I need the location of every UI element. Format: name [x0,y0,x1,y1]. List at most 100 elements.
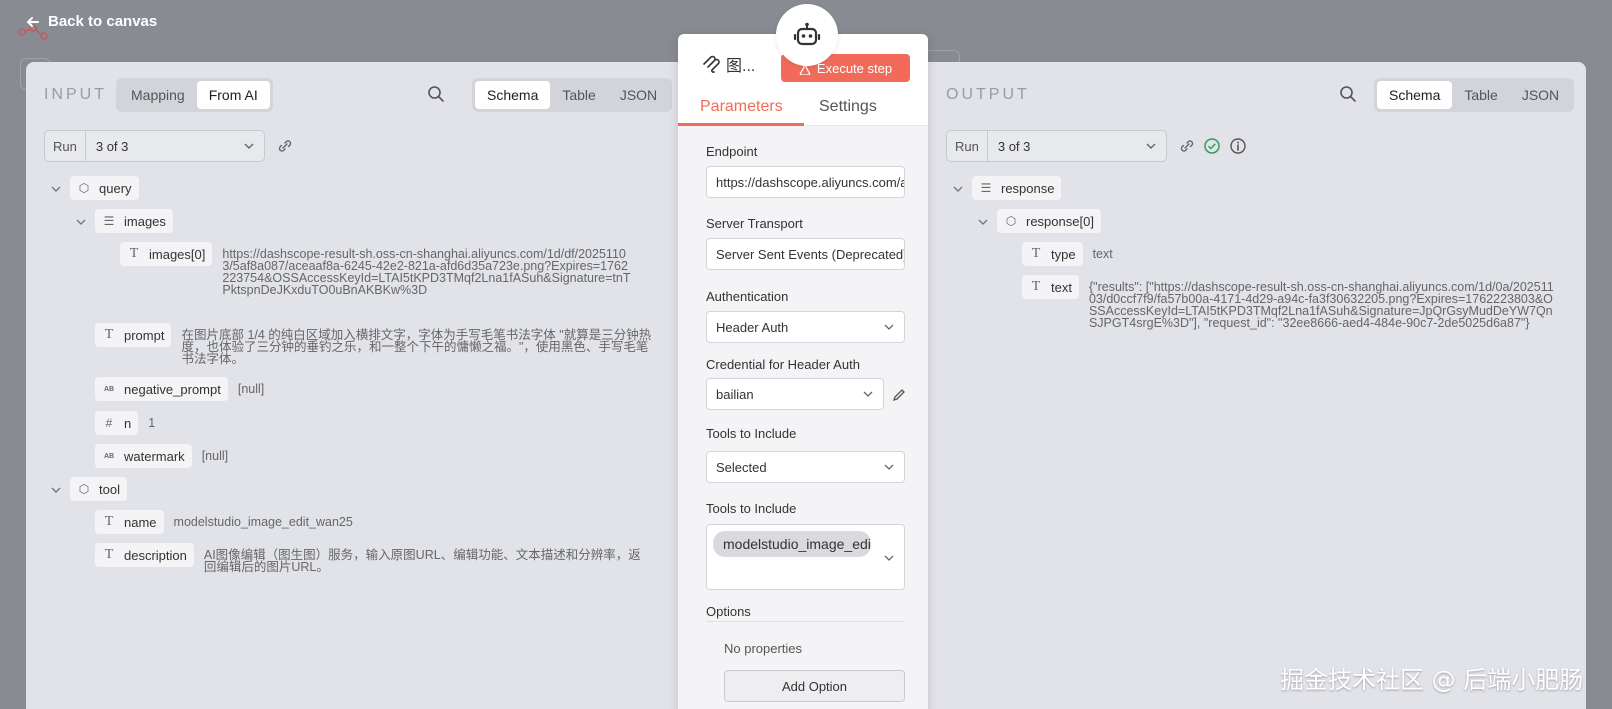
collapse-toggle-icon[interactable] [50,183,62,195]
key-label: prompt [124,327,165,343]
collapse-toggle-icon[interactable] [50,484,62,496]
authentication-select[interactable]: Header Auth [706,311,905,343]
key-label: n [124,415,132,431]
tree-node-name: Tname modelstudio_image_edit_wan25 [95,510,353,534]
key-label: images[0] [149,246,206,262]
tab-schema[interactable]: Schema [1377,81,1453,109]
tab-json[interactable]: JSON [1510,81,1571,109]
tab-table[interactable]: Table [1452,81,1509,109]
tree-node-description: Tdescription AI图像编辑（图生图）服务，输入原图URL、编辑功能、… [95,543,655,573]
key-label: response[0] [1026,213,1094,229]
server-transport-select[interactable]: Server Sent Events (Deprecated) [706,238,905,270]
no-properties-text: No properties [724,641,803,656]
options-divider [706,621,905,622]
edit-pencil-icon[interactable] [891,387,907,403]
key-label: text [1051,279,1072,295]
key-label: name [124,514,157,530]
chevron-down-icon [884,464,894,470]
tools-mode-label: Tools to Include [706,426,797,441]
field-value: {"results": ["https://dashscope-result-s… [1088,280,1554,330]
endpoint-label: Endpoint [706,144,758,159]
node-badge [776,4,838,66]
tab-mapping[interactable]: Mapping [119,81,197,109]
key-label: tool [99,481,120,497]
output-panel: OUTPUT Schema Table JSON Run 3 of 3 ☰ res… [928,62,1586,709]
chevron-down-icon [1146,143,1156,149]
link-icon[interactable] [276,137,294,155]
tool-chip[interactable]: modelstudio_image_edit_wan25 [713,531,871,557]
field-value: [null] [201,449,229,463]
back-label: Back to canvas [48,13,158,30]
field-value: 1 [148,416,156,430]
hash-icon: # [105,416,113,430]
options-label: Options [706,604,751,619]
add-option-button[interactable]: Add Option [724,670,905,702]
collapse-toggle-icon[interactable] [75,216,87,228]
link-icon[interactable] [1178,137,1196,155]
collapse-toggle-icon[interactable] [952,183,964,195]
key-label: query [99,180,132,196]
collapse-toggle-icon[interactable] [977,216,989,228]
run-select[interactable]: Run 3 of 3 [44,130,265,162]
run-value: 3 of 3 [95,138,129,154]
server-transport-value: Server Sent Events (Deprecated) [716,246,905,262]
input-view-tabs: Schema Table JSON [472,78,673,112]
field-value: 在图片底部 1/4 的纯白区域加入横排文字，字体为手写毛笔书法字体 "就算是三分… [181,328,652,366]
chevron-down-icon [244,143,254,149]
tab-from-ai[interactable]: From AI [196,81,270,109]
run-select[interactable]: Run 3 of 3 [946,130,1167,162]
tree-node-n: # n 1 [95,411,155,435]
node-title[interactable]: 图... [726,52,755,76]
node-header: 图... [702,52,755,76]
tree-node-text: Ttext {"results": ["https://dashscope-re… [1022,275,1562,329]
cube-icon: ⬡ [78,181,90,195]
tools-mode-value: Selected [716,459,767,475]
execute-label: Execute step [816,60,893,76]
authentication-value: Header Auth [716,319,789,335]
field-value: modelstudio_image_edit_wan25 [173,515,353,529]
endpoint-input[interactable]: https://dashscope.aliyuncs.com/api/v1/mc… [706,166,905,198]
credential-select[interactable]: bailian [706,378,884,410]
back-to-canvas-link[interactable]: Back to canvas [26,13,157,30]
tools-multiselect[interactable]: modelstudio_image_edit_wan25 [706,524,905,590]
tools-list-label: Tools to Include [706,501,797,516]
tab-settings[interactable]: Settings [819,98,877,116]
input-mode-tabs: Mapping From AI [116,78,273,112]
cube-icon: ⬡ [1005,214,1017,228]
text-type-icon: T [104,547,114,562]
field-value: text [1092,247,1113,261]
tree-node-response-0: ⬡ response[0] [997,209,1101,233]
key-label: negative_prompt [124,381,221,397]
authentication-label: Authentication [706,289,789,304]
tab-schema[interactable]: Schema [475,81,551,109]
ab-type-icon: AB [103,385,115,393]
credential-value: bailian [716,386,754,402]
ab-type-icon: AB [103,452,115,460]
tree-node-images-0: Timages[0] https://dashscope-result-sh.o… [120,242,650,296]
search-icon[interactable] [426,84,446,104]
cube-icon: ⬡ [78,482,90,496]
credential-label: Credential for Header Auth [706,357,860,372]
text-type-icon: T [1031,279,1041,294]
field-value: https://dashscope-result-sh.oss-cn-shang… [222,247,631,297]
tree-node-watermark: AB watermark [null] [95,444,228,468]
list-icon: ☰ [980,181,992,195]
tab-json[interactable]: JSON [608,81,669,109]
robot-icon [793,22,821,46]
text-type-icon: T [104,514,114,529]
tools-mode-select[interactable]: Selected [706,451,905,483]
info-icon[interactable] [1229,137,1247,155]
key-label: type [1051,246,1076,262]
run-value: 3 of 3 [997,138,1031,154]
tree-node-prompt: Tprompt 在图片底部 1/4 的纯白区域加入横排文字，字体为手写毛笔书法字… [95,323,655,365]
tab-table[interactable]: Table [550,81,607,109]
search-icon[interactable] [1338,84,1358,104]
field-value: [null] [237,382,265,396]
chevron-down-icon [884,555,894,561]
tab-parameters[interactable]: Parameters [700,98,783,116]
server-transport-label: Server Transport [706,216,803,231]
output-view-tabs: Schema Table JSON [1374,78,1575,112]
text-type-icon: T [104,327,114,342]
text-type-icon: T [129,246,139,261]
chevron-down-icon [884,324,894,330]
